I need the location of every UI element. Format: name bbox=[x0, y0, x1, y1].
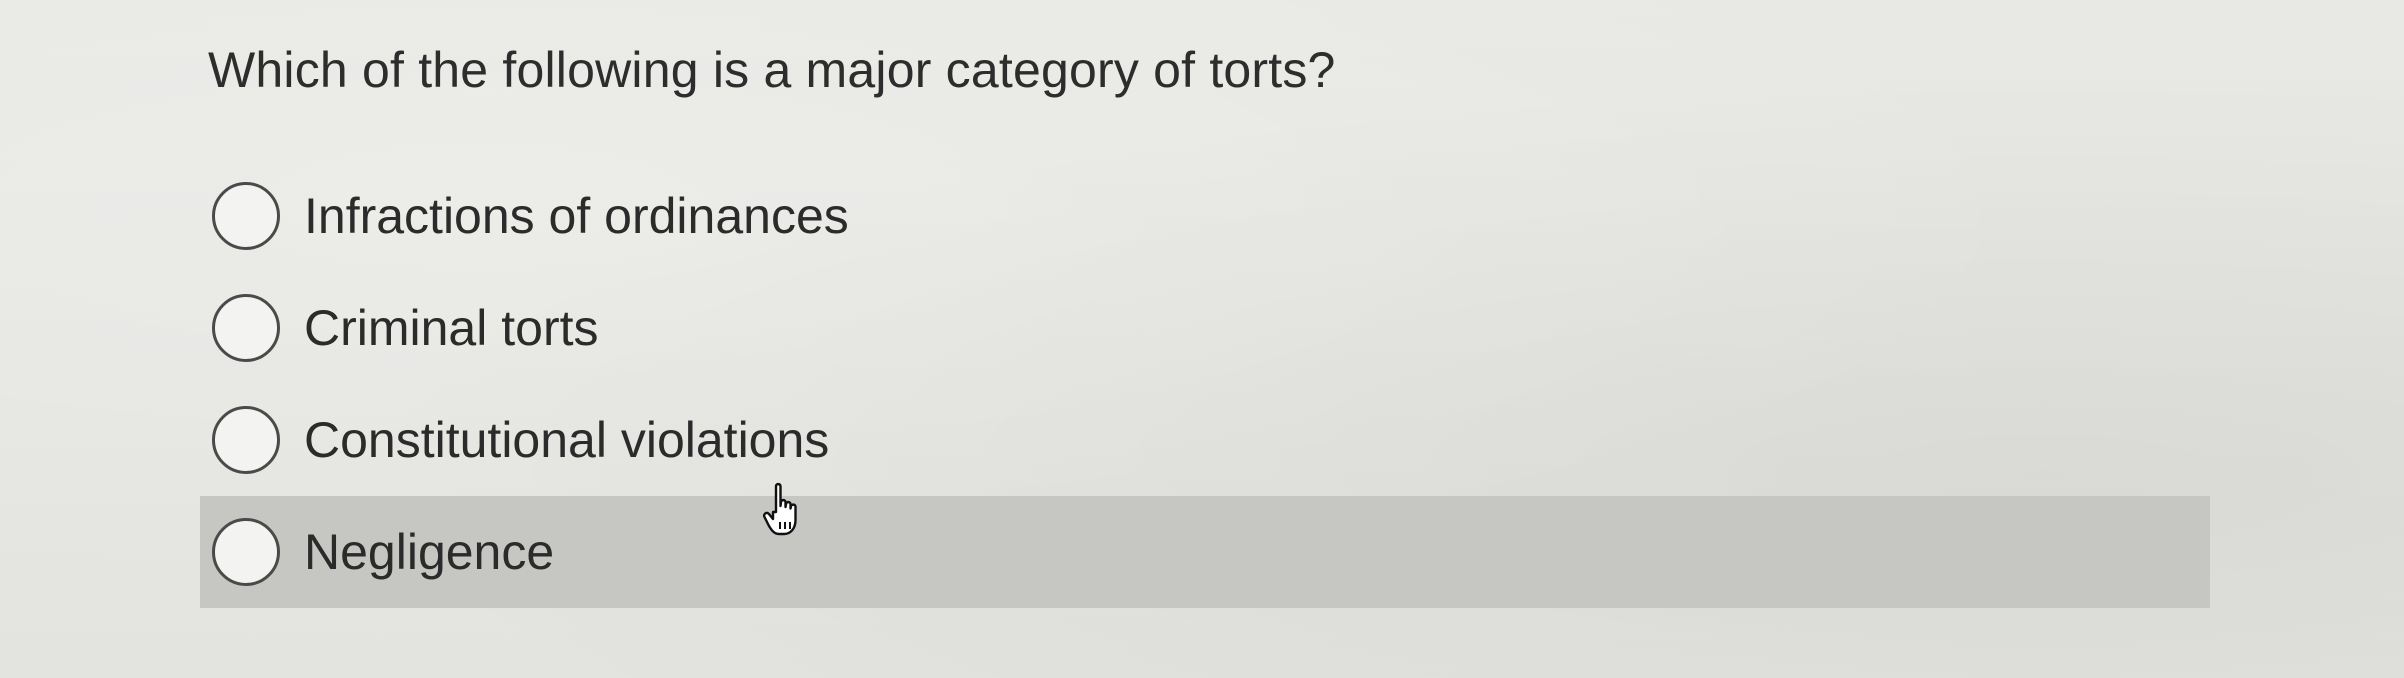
option-label: Criminal torts bbox=[304, 300, 599, 356]
radio-button[interactable] bbox=[212, 294, 280, 362]
question-text: Which of the following is a major catego… bbox=[208, 42, 1336, 98]
option-criminal-torts[interactable]: Criminal torts bbox=[200, 272, 2210, 384]
option-infractions-of-ordinances[interactable]: Infractions of ordinances bbox=[200, 160, 2210, 272]
option-constitutional-violations[interactable]: Constitutional violations bbox=[200, 384, 2210, 496]
radio-button[interactable] bbox=[212, 518, 280, 586]
option-negligence[interactable]: Negligence bbox=[200, 496, 2210, 608]
option-label: Negligence bbox=[304, 524, 555, 580]
hand-pointer-icon bbox=[762, 482, 797, 536]
radio-button[interactable] bbox=[212, 182, 280, 250]
radio-button[interactable] bbox=[212, 406, 280, 474]
answer-options: Infractions of ordinances Criminal torts… bbox=[200, 160, 2210, 608]
option-label: Constitutional violations bbox=[304, 412, 830, 468]
option-label: Infractions of ordinances bbox=[304, 188, 849, 244]
